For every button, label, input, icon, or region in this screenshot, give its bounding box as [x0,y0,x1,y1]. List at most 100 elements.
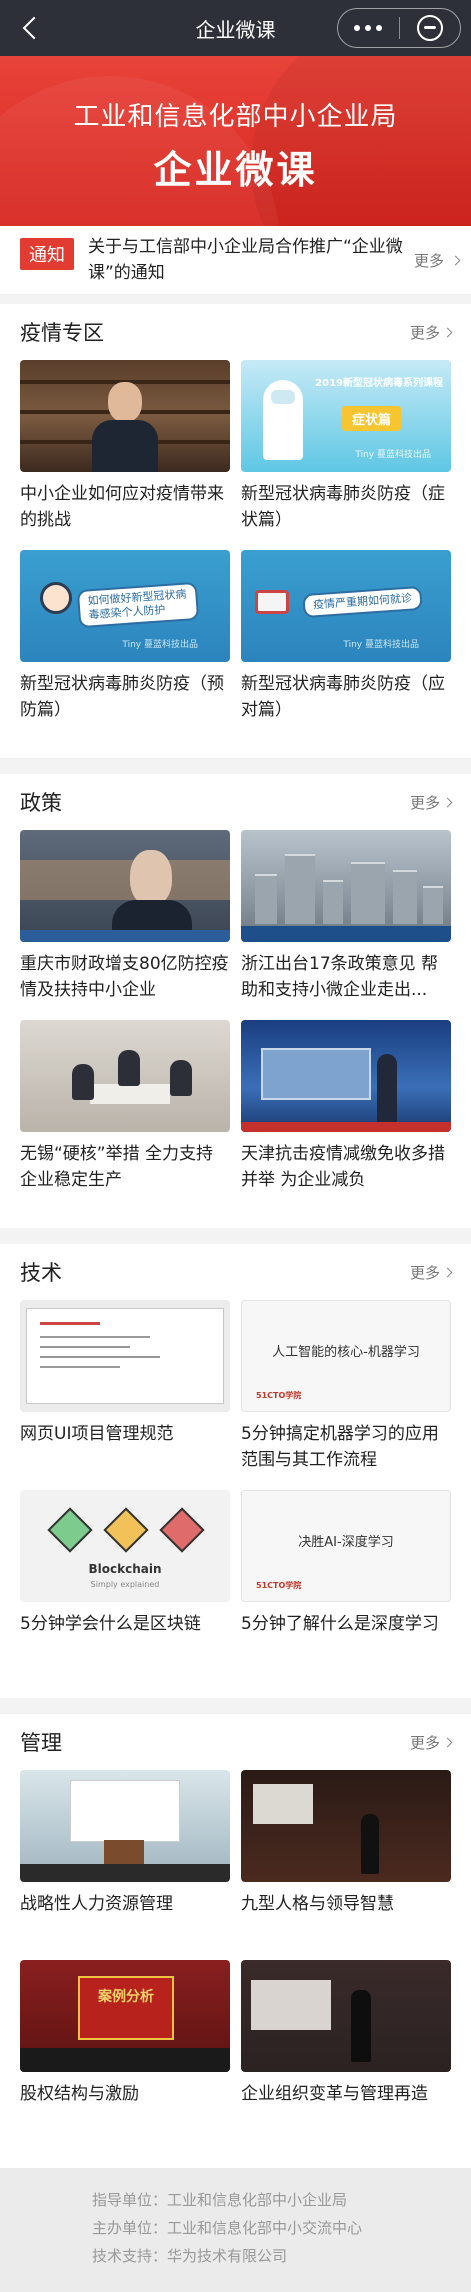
thumb-text: 决胜AI-深度学习 [298,1535,394,1550]
thumb-brand: Tiny 蔓蓝科技出品 [355,450,431,460]
thumb-text: 2019新型冠状病毒系列课程 [315,378,443,389]
section-more-label: 更多 [409,793,440,812]
course-card[interactable]: 2019新型冠状病毒系列课程 症状篇 Tiny 蔓蓝科技出品 新型冠状病毒肺炎防… [241,360,451,550]
notice-text[interactable]: 关于与工信部中小企业局合作推广“企业微课”的通知 [88,234,404,286]
section-epidemic: 疫情专区 更多 中小企业如何应对疫情带来的挑战 2019新型冠状病毒系列课程 症… [0,304,471,758]
section-more-link[interactable]: 更多 [409,322,453,343]
video-thumbnail: Blockchain Simply explained [20,1490,230,1602]
course-title: 网页UI项目管理规范 [20,1424,174,1444]
footer-guide: 指导单位：工业和信息化部中小企业局 [92,2191,348,2209]
section-header: 技术 更多 [20,1244,453,1300]
course-title: 5分钟了解什么是深度学习 [241,1614,439,1634]
close-circle-icon[interactable] [400,15,461,41]
course-card[interactable]: 人工智能的核心-机器学习 51CTO学院 5分钟搞定机器学习的应用范围与其工作流… [241,1300,451,1490]
course-card[interactable]: 中小企业如何应对疫情带来的挑战 [20,360,230,550]
thumb-text: 如何做好新型冠状病毒感染个人防护 [76,581,200,629]
video-thumbnail [20,830,230,942]
course-title: 企业组织变革与管理再造 [241,2084,428,2104]
video-thumbnail [241,1960,451,2072]
course-title: 浙江出台17条政策意见 帮助和支持小微企业走出... [241,954,439,1000]
video-thumbnail [20,1770,230,1882]
page-title: 企业微课 [195,17,276,42]
thumb-brand: Tiny 蔓蓝科技出品 [122,640,198,650]
video-thumbnail [20,1300,230,1412]
course-title: 无锡“硬核”举措 全力支持企业稳定生产 [20,1144,214,1190]
video-thumbnail: 2019新型冠状病毒系列课程 症状篇 Tiny 蔓蓝科技出品 [241,360,451,472]
chevron-right-icon [442,1267,453,1277]
back-arrow-icon[interactable] [18,14,46,42]
section-title: 管理 [20,1731,62,1755]
section-more-link[interactable]: 更多 [409,1732,453,1753]
thumb-text: 人工智能的核心-机器学习 [272,1345,420,1360]
video-thumbnail [241,830,451,942]
video-thumbnail [241,1770,451,1882]
course-title: 5分钟学会什么是区块链 [20,1614,201,1634]
hero-banner[interactable]: 工业和信息化部中小企业局 企业微课 [0,56,471,226]
thumb-logo: 51CTO学院 [256,1391,302,1400]
chevron-right-icon [450,255,461,265]
section-header: 疫情专区 更多 [20,304,453,360]
section-policy: 政策 更多 重庆市财政增支80亿防控疫情及扶持中小企业 浙江出台17条政策意见 … [0,774,471,1228]
title-bar: 企业微课 [0,0,471,56]
notice-tag: 通知 [20,238,74,270]
video-thumbnail [241,1020,451,1132]
notice-bar[interactable]: 通知 关于与工信部中小企业局合作推广“企业微课”的通知 更多 [0,226,471,294]
thumb-sub: Simply explained [90,1580,160,1589]
video-thumbnail [20,1020,230,1132]
course-title: 战略性人力资源管理 [20,1894,173,1914]
course-card[interactable]: 重庆市财政增支80亿防控疫情及扶持中小企业 [20,830,230,1020]
course-title: 重庆市财政增支80亿防控疫情及扶持中小企业 [20,954,229,1000]
thumb-brand: Tiny 蔓蓝科技出品 [343,640,419,650]
section-tech: 技术 更多 网页UI项目管理规范 人工智能的核心-机器学习 51CTO学院 5分… [0,1244,471,1698]
course-card[interactable]: 九型人格与领导智慧 [241,1770,451,1960]
thumb-badge: 症状篇 [341,406,401,431]
video-thumbnail: 如何做好新型冠状病毒感染个人防护 Tiny 蔓蓝科技出品 [20,550,230,662]
video-thumbnail [20,360,230,472]
course-card[interactable]: 疫情严重期如何就诊 Tiny 蔓蓝科技出品 新型冠状病毒肺炎防疫（应对篇） [241,550,451,740]
course-card[interactable]: 战略性人力资源管理 [20,1770,230,1960]
course-card[interactable]: 天津抗击疫情减缴免收多措并举 为企业减负 [241,1020,451,1210]
course-card[interactable]: 网页UI项目管理规范 [20,1300,230,1490]
chevron-right-icon [442,1737,453,1747]
chevron-right-icon [442,327,453,337]
section-more-label: 更多 [409,1263,440,1282]
section-more-label: 更多 [409,1733,440,1752]
course-card[interactable]: 如何做好新型冠状病毒感染个人防护 Tiny 蔓蓝科技出品 新型冠状病毒肺炎防疫（… [20,550,230,740]
course-card[interactable]: 企业组织变革与管理再造 [241,1960,451,2150]
banner-org: 工业和信息化部中小企业局 [73,102,398,132]
notice-more-label: 更多 [413,251,444,270]
section-more-link[interactable]: 更多 [409,1262,453,1283]
notice-more-link[interactable]: 更多 [413,250,461,271]
section-title: 政策 [20,791,62,815]
video-thumbnail: 人工智能的核心-机器学习 51CTO学院 [241,1300,451,1412]
video-thumbnail: 疫情严重期如何就诊 Tiny 蔓蓝科技出品 [241,550,451,662]
section-more-link[interactable]: 更多 [409,792,453,813]
course-card[interactable]: 案例分析 股权结构与激励 [20,1960,230,2150]
section-header: 管理 更多 [20,1714,453,1770]
course-card[interactable]: 浙江出台17条政策意见 帮助和支持小微企业走出... [241,830,451,1020]
course-card[interactable]: Blockchain Simply explained 5分钟学会什么是区块链 [20,1490,230,1680]
course-title: 九型人格与领导智慧 [241,1894,394,1914]
footer: 指导单位：工业和信息化部中小企业局 主办单位：工业和信息化部中小交流中心 技术支… [0,2168,471,2292]
video-thumbnail: 案例分析 [20,1960,230,2072]
video-thumbnail: 决胜AI-深度学习 51CTO学院 [241,1490,451,1602]
course-title: 天津抗击疫情减缴免收多措并举 为企业减负 [241,1144,445,1190]
footer-host: 主办单位：工业和信息化部中小交流中心 [92,2219,363,2237]
thumb-text: Blockchain [88,1562,162,1576]
thumb-text: 疫情严重期如何就诊 [302,585,423,619]
section-title: 技术 [20,1261,62,1285]
course-card[interactable]: 决胜AI-深度学习 51CTO学院 5分钟了解什么是深度学习 [241,1490,451,1680]
more-dots-icon[interactable] [338,25,399,31]
course-title: 中小企业如何应对疫情带来的挑战 [20,484,224,530]
section-more-label: 更多 [409,323,440,342]
course-title: 5分钟搞定机器学习的应用范围与其工作流程 [241,1424,439,1470]
course-title: 新型冠状病毒肺炎防疫（预防篇） [20,674,224,720]
banner-title: 企业微课 [153,148,318,192]
section-management: 管理 更多 战略性人力资源管理 九型人格与领导智慧 案例分析 股权结构与激励 企… [0,1714,471,2168]
course-title: 新型冠状病毒肺炎防疫（应对篇） [241,674,445,720]
thumb-logo: 51CTO学院 [256,1581,302,1590]
thumb-text: 案例分析 [78,1976,174,2040]
section-header: 政策 更多 [20,774,453,830]
course-title: 股权结构与激励 [20,2084,139,2104]
course-card[interactable]: 无锡“硬核”举措 全力支持企业稳定生产 [20,1020,230,1210]
